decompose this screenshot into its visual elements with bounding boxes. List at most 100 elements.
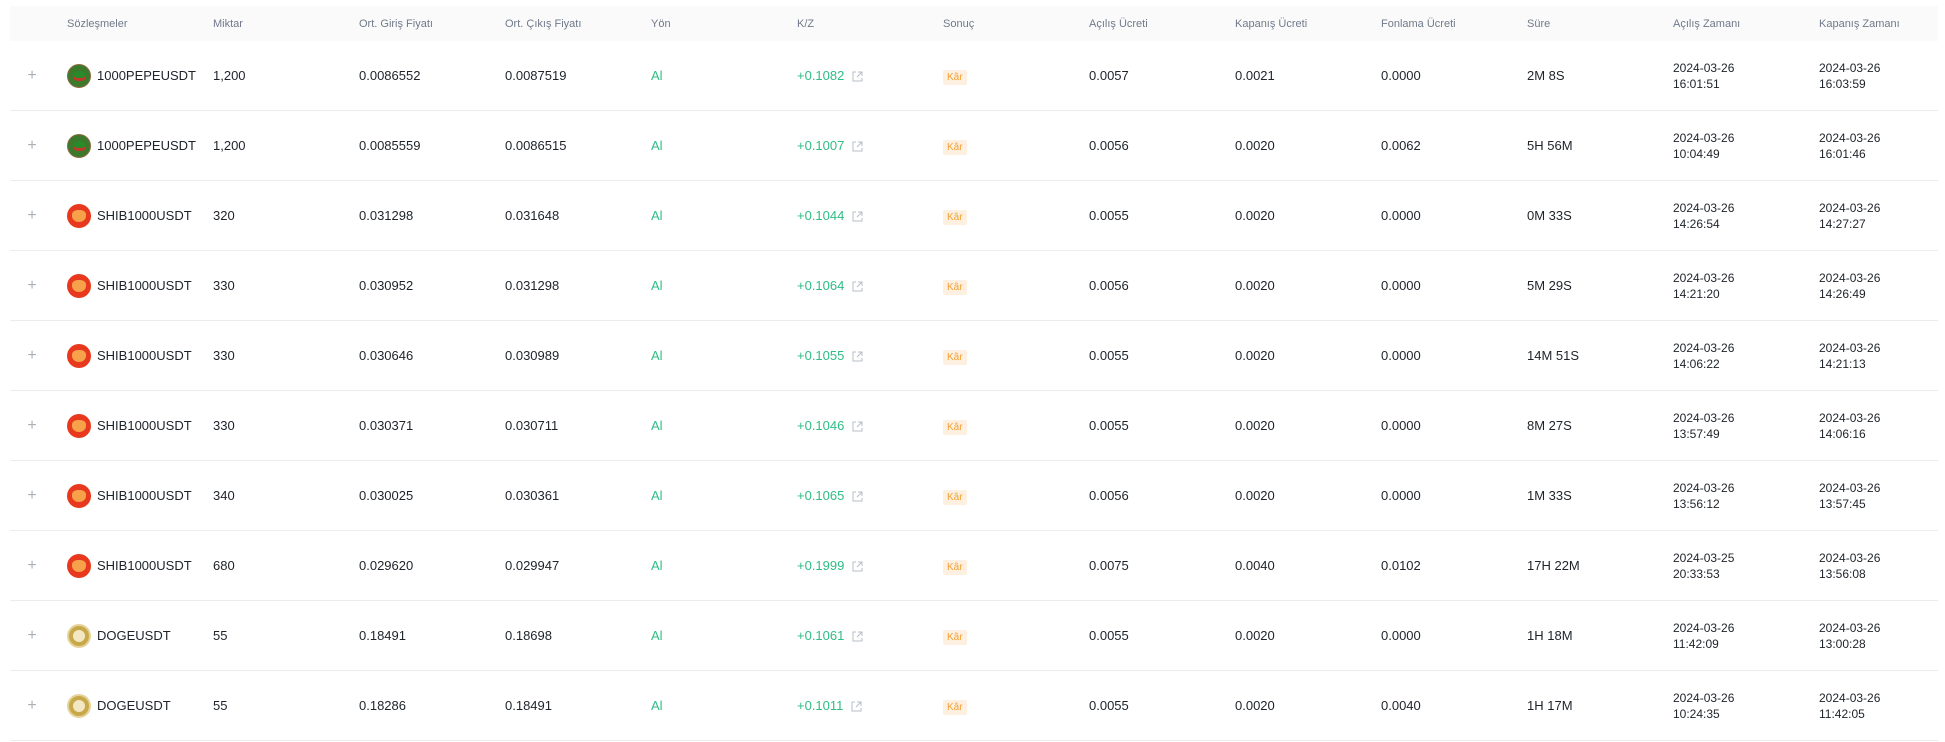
- open-fee-cell: 0.0057: [1089, 68, 1129, 83]
- side-cell: Al: [651, 208, 663, 223]
- expand-row-icon[interactable]: +: [24, 67, 40, 85]
- contract-cell: SHIB1000USDT: [67, 483, 192, 508]
- qty-cell: 320: [213, 208, 235, 223]
- entry-price-cell: 0.18491: [359, 628, 406, 643]
- expand-row-icon[interactable]: +: [24, 277, 40, 295]
- close-fee-cell: 0.0020: [1235, 278, 1275, 293]
- open-time-cell: 2024-03-26 16:01:51: [1673, 60, 1734, 92]
- contract-symbol: 1000PEPEUSDT: [97, 138, 196, 153]
- open-clock: 20:33:53: [1673, 566, 1720, 581]
- contract-symbol: SHIB1000USDT: [97, 418, 192, 433]
- close-clock: 14:27:27: [1819, 216, 1866, 231]
- pnl-value: +0.1011: [797, 698, 844, 713]
- pnl-cell: +0.1082: [797, 68, 863, 83]
- profit-badge: Kâr: [943, 560, 967, 575]
- close-date: 2024-03-26: [1819, 340, 1881, 355]
- close-date: 2024-03-26: [1819, 200, 1881, 215]
- expand-row-icon[interactable]: +: [24, 557, 40, 575]
- external-link-icon[interactable]: [852, 141, 863, 151]
- profit-badge: Kâr: [943, 350, 967, 365]
- funding-fee-cell: 0.0000: [1381, 418, 1421, 433]
- qty-cell: 330: [213, 278, 235, 293]
- duration-cell: 14M 51S: [1527, 348, 1580, 363]
- pnl-cell: +0.1044: [797, 208, 863, 223]
- entry-price-cell: 0.030646: [359, 348, 414, 363]
- external-link-icon[interactable]: [852, 561, 863, 571]
- duration-cell: 1M 33S: [1527, 488, 1572, 503]
- entry-price-cell: 0.0086552: [359, 68, 421, 83]
- qty-cell: 1,200: [213, 138, 246, 153]
- profit-badge: Kâr: [943, 70, 967, 85]
- pnl-value: +0.1007: [797, 138, 845, 153]
- exit-price-cell: 0.18698: [505, 628, 552, 643]
- qty-cell: 55: [213, 628, 228, 643]
- external-link-icon[interactable]: [852, 351, 863, 361]
- expand-row-icon[interactable]: +: [24, 207, 40, 225]
- pnl-value: +0.1061: [797, 628, 845, 643]
- open-fee-cell: 0.0055: [1089, 698, 1129, 713]
- col-entry-price: Ort. Giriş Fiyatı: [359, 17, 433, 30]
- close-fee-cell: 0.0020: [1235, 628, 1275, 643]
- close-clock: 14:06:16: [1819, 426, 1866, 441]
- open-time-cell: 2024-03-25 20:33:53: [1673, 550, 1734, 582]
- shib-coin-icon: [67, 553, 91, 578]
- expand-row-icon[interactable]: +: [24, 347, 40, 365]
- table-row: + SHIB1000USDT 330 0.030646 0.030989 Al …: [10, 321, 1938, 391]
- contract-cell: SHIB1000USDT: [67, 343, 192, 368]
- funding-fee-cell: 0.0040: [1381, 698, 1421, 713]
- open-date: 2024-03-26: [1673, 270, 1735, 285]
- side-cell: Al: [651, 558, 663, 573]
- external-link-icon[interactable]: [851, 701, 862, 711]
- duration-cell: 5H 56M: [1527, 138, 1573, 153]
- close-date: 2024-03-26: [1819, 60, 1881, 75]
- external-link-icon[interactable]: [852, 421, 863, 431]
- expand-row-icon[interactable]: +: [24, 417, 40, 435]
- expand-row-icon[interactable]: +: [24, 137, 40, 155]
- result-cell: Kâr: [943, 138, 967, 155]
- close-clock: 16:01:46: [1819, 146, 1866, 161]
- close-fee-cell: 0.0020: [1235, 138, 1275, 153]
- col-open-fee: Açılış Ücreti: [1089, 17, 1148, 30]
- close-fee-cell: 0.0021: [1235, 68, 1275, 83]
- table-row: + 1000PEPEUSDT 1,200 0.0085559 0.0086515…: [10, 111, 1938, 181]
- close-clock: 13:00:28: [1819, 636, 1866, 651]
- pnl-cell: +0.1007: [797, 138, 863, 153]
- table-row: + SHIB1000USDT 320 0.031298 0.031648 Al …: [10, 181, 1938, 251]
- funding-fee-cell: 0.0000: [1381, 628, 1421, 643]
- shib-coin-icon: [67, 203, 91, 228]
- close-fee-cell: 0.0020: [1235, 348, 1275, 363]
- col-pnl: K/Z: [797, 17, 815, 30]
- doge-coin-icon: [67, 623, 91, 648]
- open-clock: 14:26:54: [1673, 216, 1720, 231]
- external-link-icon[interactable]: [852, 71, 863, 81]
- pepe-coin-icon: [67, 63, 91, 88]
- external-link-icon[interactable]: [852, 211, 863, 221]
- exit-price-cell: 0.031648: [505, 208, 560, 223]
- col-result: Sonuç: [943, 17, 975, 30]
- open-clock: 10:04:49: [1673, 146, 1720, 161]
- close-fee-cell: 0.0020: [1235, 698, 1275, 713]
- expand-row-icon[interactable]: +: [24, 487, 40, 505]
- external-link-icon[interactable]: [852, 631, 863, 641]
- table-row: + SHIB1000USDT 330 0.030371 0.030711 Al …: [10, 391, 1938, 461]
- side-cell: Al: [651, 68, 663, 83]
- shib-coin-icon: [67, 413, 91, 438]
- duration-cell: 0M 33S: [1527, 208, 1572, 223]
- external-link-icon[interactable]: [852, 491, 863, 501]
- side-cell: Al: [651, 278, 663, 293]
- expand-row-icon[interactable]: +: [24, 627, 40, 645]
- close-clock: 14:21:13: [1819, 356, 1866, 371]
- close-clock: 14:26:49: [1819, 286, 1866, 301]
- close-time-cell: 2024-03-26 13:57:45: [1819, 480, 1880, 512]
- close-date: 2024-03-26: [1819, 130, 1881, 145]
- open-time-cell: 2024-03-26 13:56:12: [1673, 480, 1734, 512]
- external-link-icon[interactable]: [852, 281, 863, 291]
- expand-row-icon[interactable]: +: [24, 697, 40, 715]
- duration-cell: 1H 18M: [1527, 628, 1573, 643]
- side-cell: Al: [651, 418, 663, 433]
- col-contract: Sözleşmeler: [67, 17, 128, 30]
- open-fee-cell: 0.0056: [1089, 138, 1129, 153]
- result-cell: Kâr: [943, 278, 967, 295]
- open-time-cell: 2024-03-26 13:57:49: [1673, 410, 1734, 442]
- result-cell: Kâr: [943, 68, 967, 85]
